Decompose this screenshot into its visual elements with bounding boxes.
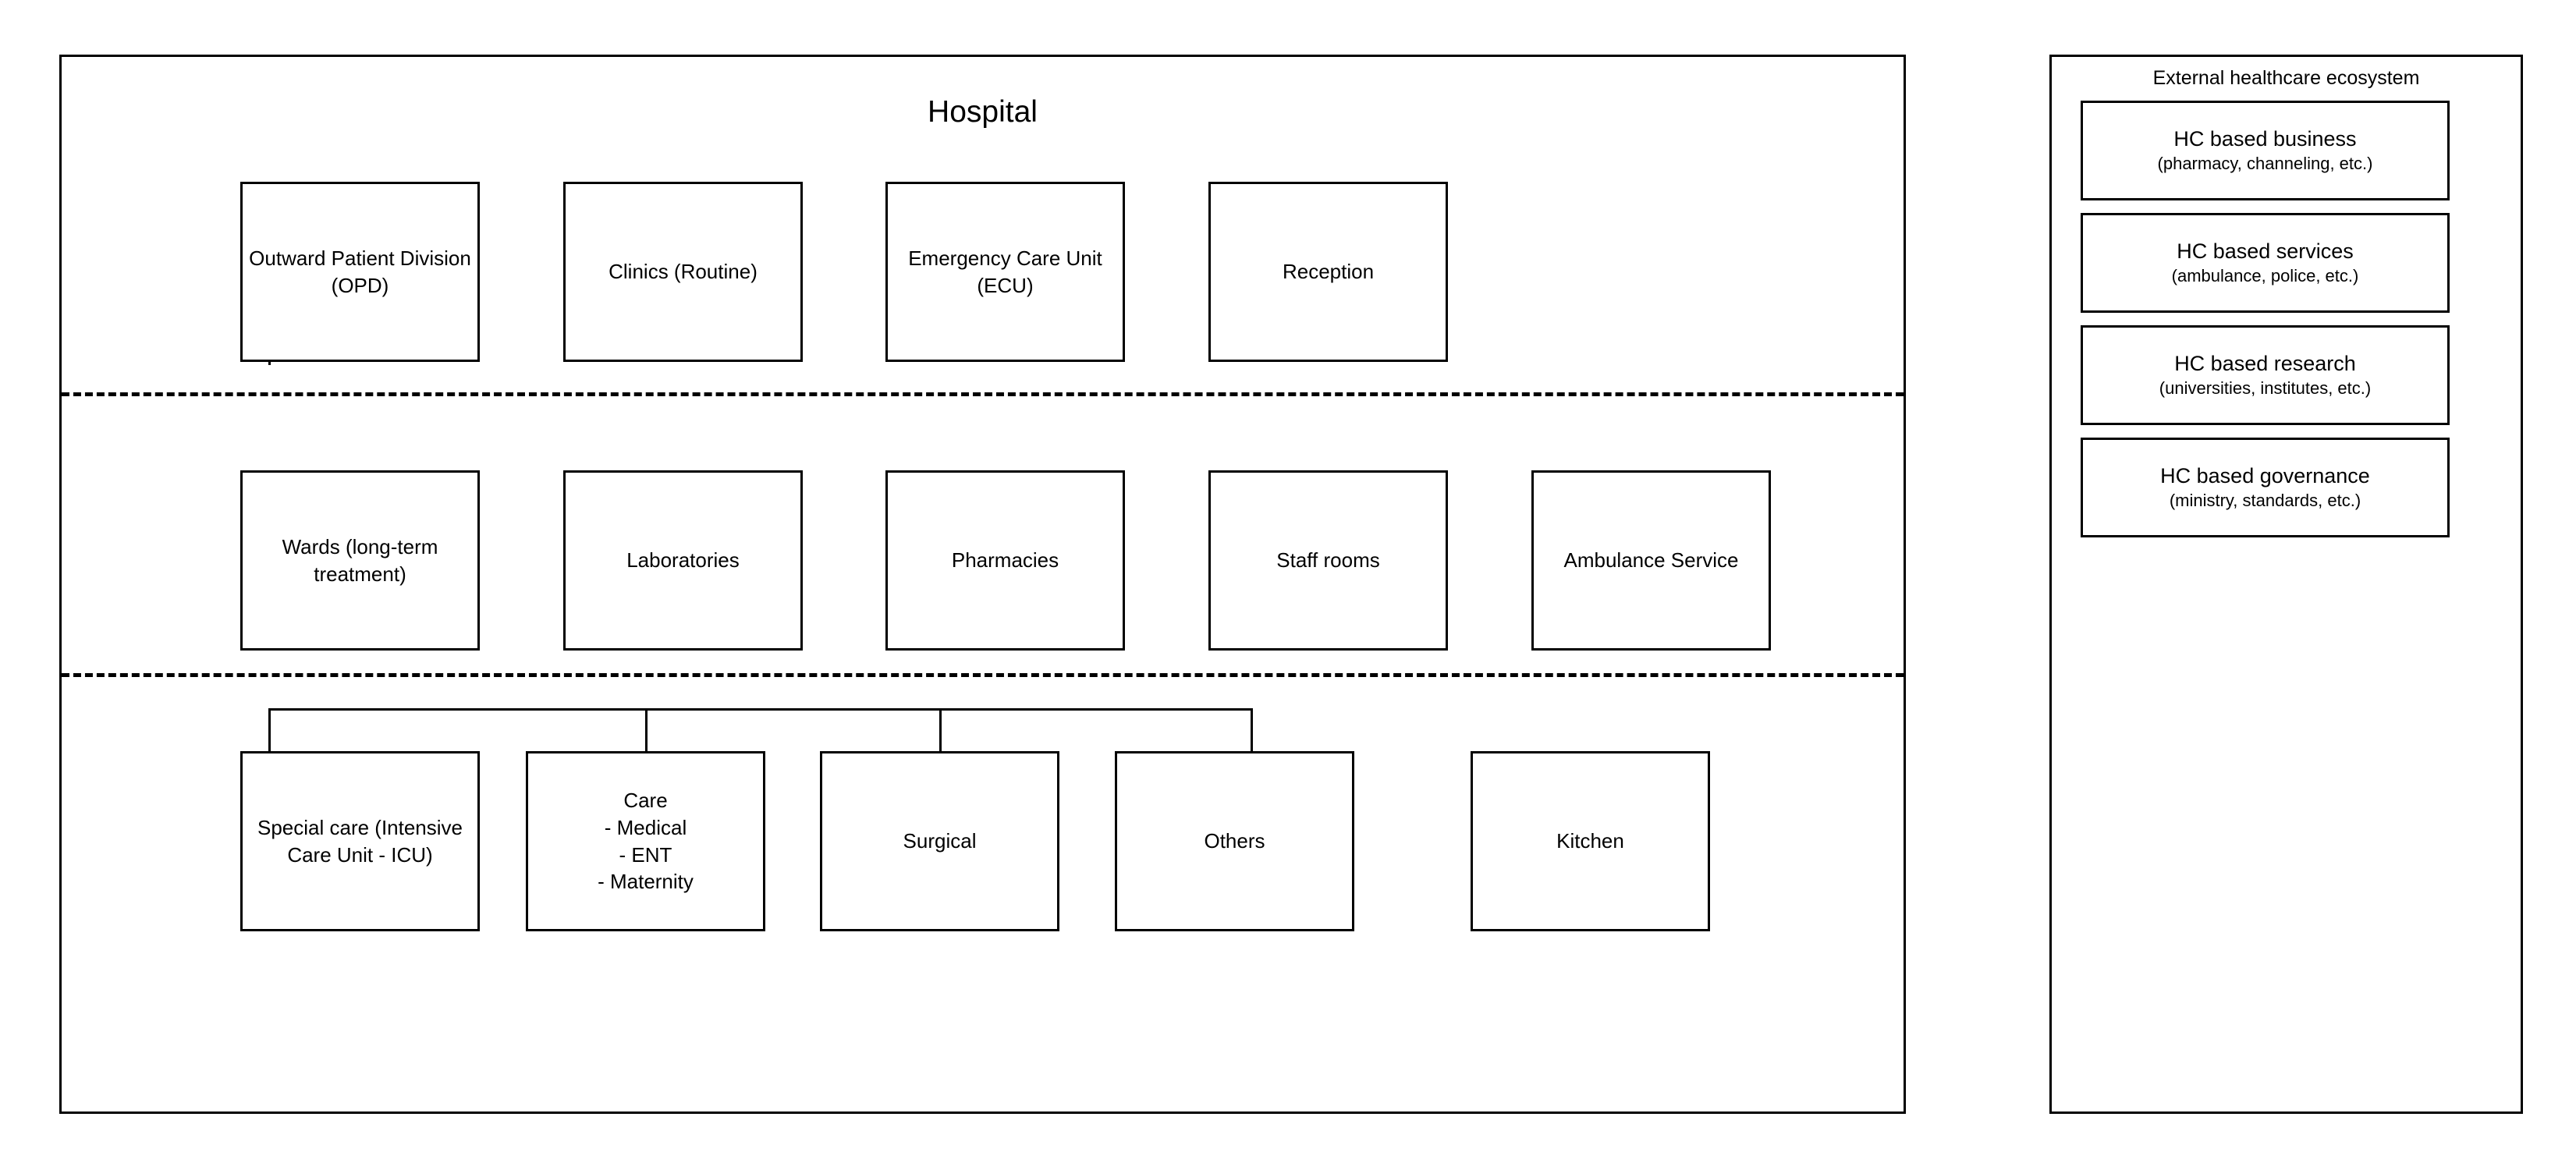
eco-node-business[interactable]: HC based business (pharmacy, channeling,… — [2081, 101, 2450, 200]
node-kitchen-label: Kitchen — [1556, 829, 1624, 853]
node-clinics-label: Clinics (Routine) — [609, 260, 758, 284]
eco-node-business-title: HC based business — [2173, 127, 2357, 151]
hospital-title: Hospital — [928, 95, 1038, 129]
node-clinics[interactable]: Clinics (Routine) — [563, 182, 803, 362]
dashed-divider-upper — [62, 392, 1904, 396]
node-laboratories[interactable]: Laboratories — [563, 470, 803, 651]
eco-node-research-subtitle: (universities, institutes, etc.) — [2159, 378, 2372, 399]
eco-node-research-title: HC based research — [2174, 352, 2356, 376]
node-pharmacies-label: Pharmacies — [951, 548, 1059, 573]
eco-node-governance-subtitle: (ministry, standards, etc.) — [2169, 491, 2361, 511]
eco-node-business-subtitle: (pharmacy, channeling, etc.) — [2157, 154, 2373, 174]
eco-node-research[interactable]: HC based research (universities, institu… — [2081, 325, 2450, 425]
node-laboratories-label: Laboratories — [626, 548, 740, 573]
node-special-care-label: Special care (Intensive Care Unit - ICU) — [257, 815, 463, 867]
eco-node-services[interactable]: HC based services (ambulance, police, et… — [2081, 213, 2450, 313]
connector-drop-care — [645, 708, 648, 753]
node-care[interactable]: Care - Medical - ENT - Maternity — [526, 751, 765, 931]
node-reception[interactable]: Reception — [1208, 182, 1448, 362]
node-care-label: Care - Medical - ENT - Maternity — [598, 789, 694, 894]
connector-drop-surgical — [939, 708, 942, 753]
node-kitchen[interactable]: Kitchen — [1471, 751, 1710, 931]
hospital-container: Hospital Outward Patient Division (OPD) … — [59, 55, 1906, 1114]
node-opd-label: Outward Patient Division (OPD) — [249, 246, 471, 297]
node-staff-rooms[interactable]: Staff rooms — [1208, 470, 1448, 651]
connector-bus — [268, 708, 1253, 711]
diagram-canvas: Hospital Outward Patient Division (OPD) … — [0, 0, 2576, 1170]
node-others-label: Others — [1204, 829, 1265, 853]
node-surgical-label: Surgical — [903, 829, 977, 853]
node-wards-label: Wards (long-term treatment) — [282, 534, 438, 586]
eco-node-governance[interactable]: HC based governance (ministry, standards… — [2081, 438, 2450, 537]
dashed-divider-lower — [62, 673, 1904, 677]
eco-node-services-title: HC based services — [2177, 239, 2354, 264]
eco-node-services-subtitle: (ambulance, police, etc.) — [2171, 266, 2359, 286]
ecosystem-title: External healthcare ecosystem — [2152, 67, 2420, 89]
node-ecu[interactable]: Emergency Care Unit (ECU) — [885, 182, 1125, 362]
connector-drop-others — [1251, 708, 1253, 753]
node-reception-label: Reception — [1282, 260, 1375, 284]
node-opd[interactable]: Outward Patient Division (OPD) — [240, 182, 480, 362]
node-pharmacies[interactable]: Pharmacies — [885, 470, 1125, 651]
node-wards[interactable]: Wards (long-term treatment) — [240, 470, 480, 651]
ecosystem-container: External healthcare ecosystem HC based b… — [2049, 55, 2523, 1114]
node-ambulance-service[interactable]: Ambulance Service — [1531, 470, 1771, 651]
node-others[interactable]: Others — [1115, 751, 1354, 931]
node-ambulance-service-label: Ambulance Service — [1563, 548, 1739, 573]
node-special-care[interactable]: Special care (Intensive Care Unit - ICU) — [240, 751, 480, 931]
node-surgical[interactable]: Surgical — [820, 751, 1059, 931]
connector-drop-special-care — [268, 708, 271, 753]
eco-node-governance-title: HC based governance — [2160, 464, 2370, 488]
node-staff-rooms-label: Staff rooms — [1276, 548, 1380, 573]
node-ecu-label: Emergency Care Unit (ECU) — [908, 246, 1102, 297]
